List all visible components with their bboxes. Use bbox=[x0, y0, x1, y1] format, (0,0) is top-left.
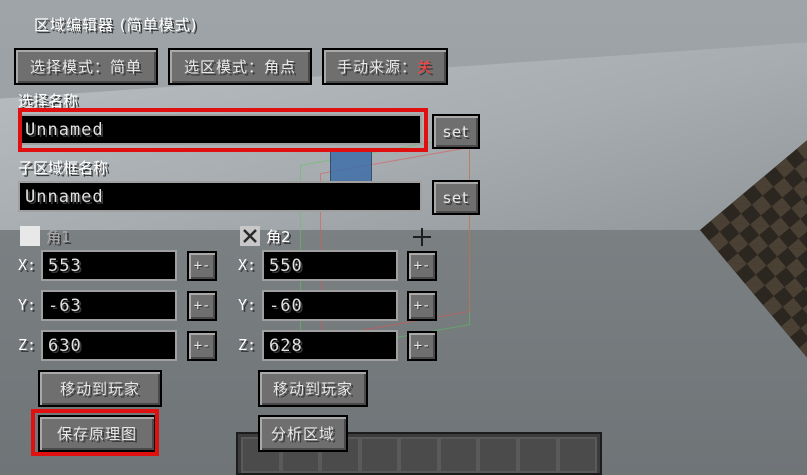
subregion-name-set-button[interactable]: set bbox=[432, 180, 480, 215]
corner2-y-input[interactable]: -60 bbox=[262, 290, 398, 321]
set-label: set bbox=[443, 188, 469, 207]
corner2-z-stepper[interactable]: +- bbox=[407, 331, 437, 361]
hotbar-slot bbox=[478, 437, 518, 473]
subregion-name-label: 子区域框名称 bbox=[18, 159, 109, 177]
analyze-area-button[interactable]: 分析区域 bbox=[258, 415, 348, 452]
corner2-label: 角2 bbox=[266, 228, 291, 246]
manual-source-button[interactable]: 手动来源：关 bbox=[322, 48, 448, 85]
move-to-player-label: 移动到玩家 bbox=[272, 380, 353, 398]
selection-mode-button[interactable]: 选择模式：简单 bbox=[14, 48, 158, 85]
corner2-y-stepper[interactable]: +- bbox=[407, 291, 437, 321]
hotbar-slot bbox=[438, 437, 479, 473]
hotbar-slot bbox=[517, 437, 558, 473]
analyze-area-label: 分析区域 bbox=[270, 425, 335, 443]
corner1-y-stepper[interactable]: +- bbox=[187, 291, 217, 321]
corner2-z-axis-label: Z: bbox=[238, 336, 257, 354]
highlight-save-schematic bbox=[31, 409, 159, 456]
hotbar-slot bbox=[359, 437, 400, 473]
corner2-z-input[interactable]: 628 bbox=[262, 330, 398, 361]
corner2-x-input[interactable]: 550 bbox=[262, 250, 398, 281]
crosshair-icon bbox=[413, 228, 431, 246]
corner-mode-button[interactable]: 选区模式：角点 bbox=[168, 48, 312, 85]
corner2-x-stepper[interactable]: +- bbox=[407, 251, 437, 281]
corner2-y-axis-label: Y: bbox=[238, 296, 257, 314]
manual-source-value: 关 bbox=[417, 58, 434, 76]
corner1-checkbox[interactable] bbox=[20, 226, 40, 246]
editor-title: 区域编辑器 (简单模式) bbox=[34, 16, 198, 34]
corner2-checkbox[interactable] bbox=[240, 226, 260, 246]
move-to-player-label: 移动到玩家 bbox=[59, 380, 140, 398]
corner1-move-to-player-button[interactable]: 移动到玩家 bbox=[38, 370, 162, 407]
corner1-x-stepper[interactable]: +- bbox=[187, 251, 217, 281]
hotbar-slot bbox=[399, 437, 439, 473]
corner1-z-axis-label: Z: bbox=[18, 336, 37, 354]
checkmark-x-icon bbox=[243, 229, 257, 243]
selection-mode-label: 选择模式：简单 bbox=[29, 58, 142, 76]
subregion-name-input[interactable]: Unnamed bbox=[18, 181, 422, 212]
corner1-z-stepper[interactable]: +- bbox=[187, 331, 217, 361]
hotbar-slot bbox=[557, 437, 598, 473]
selection-name-set-button[interactable]: set bbox=[432, 114, 480, 149]
corner2-x-axis-label: X: bbox=[238, 256, 257, 274]
corner2-move-to-player-button[interactable]: 移动到玩家 bbox=[258, 370, 368, 407]
corner1-x-axis-label: X: bbox=[18, 256, 37, 274]
highlight-selection-name bbox=[18, 108, 428, 152]
blue-block bbox=[330, 148, 372, 182]
corner1-label: 角1 bbox=[46, 228, 71, 246]
corner1-y-axis-label: Y: bbox=[18, 296, 37, 314]
corner-mode-label: 选区模式：角点 bbox=[183, 58, 296, 76]
corner1-y-input[interactable]: -63 bbox=[41, 290, 177, 321]
corner1-z-input[interactable]: 630 bbox=[41, 330, 177, 361]
corner1-x-input[interactable]: 553 bbox=[41, 250, 177, 281]
manual-source-label: 手动来源： bbox=[336, 58, 417, 76]
set-label: set bbox=[443, 122, 469, 141]
